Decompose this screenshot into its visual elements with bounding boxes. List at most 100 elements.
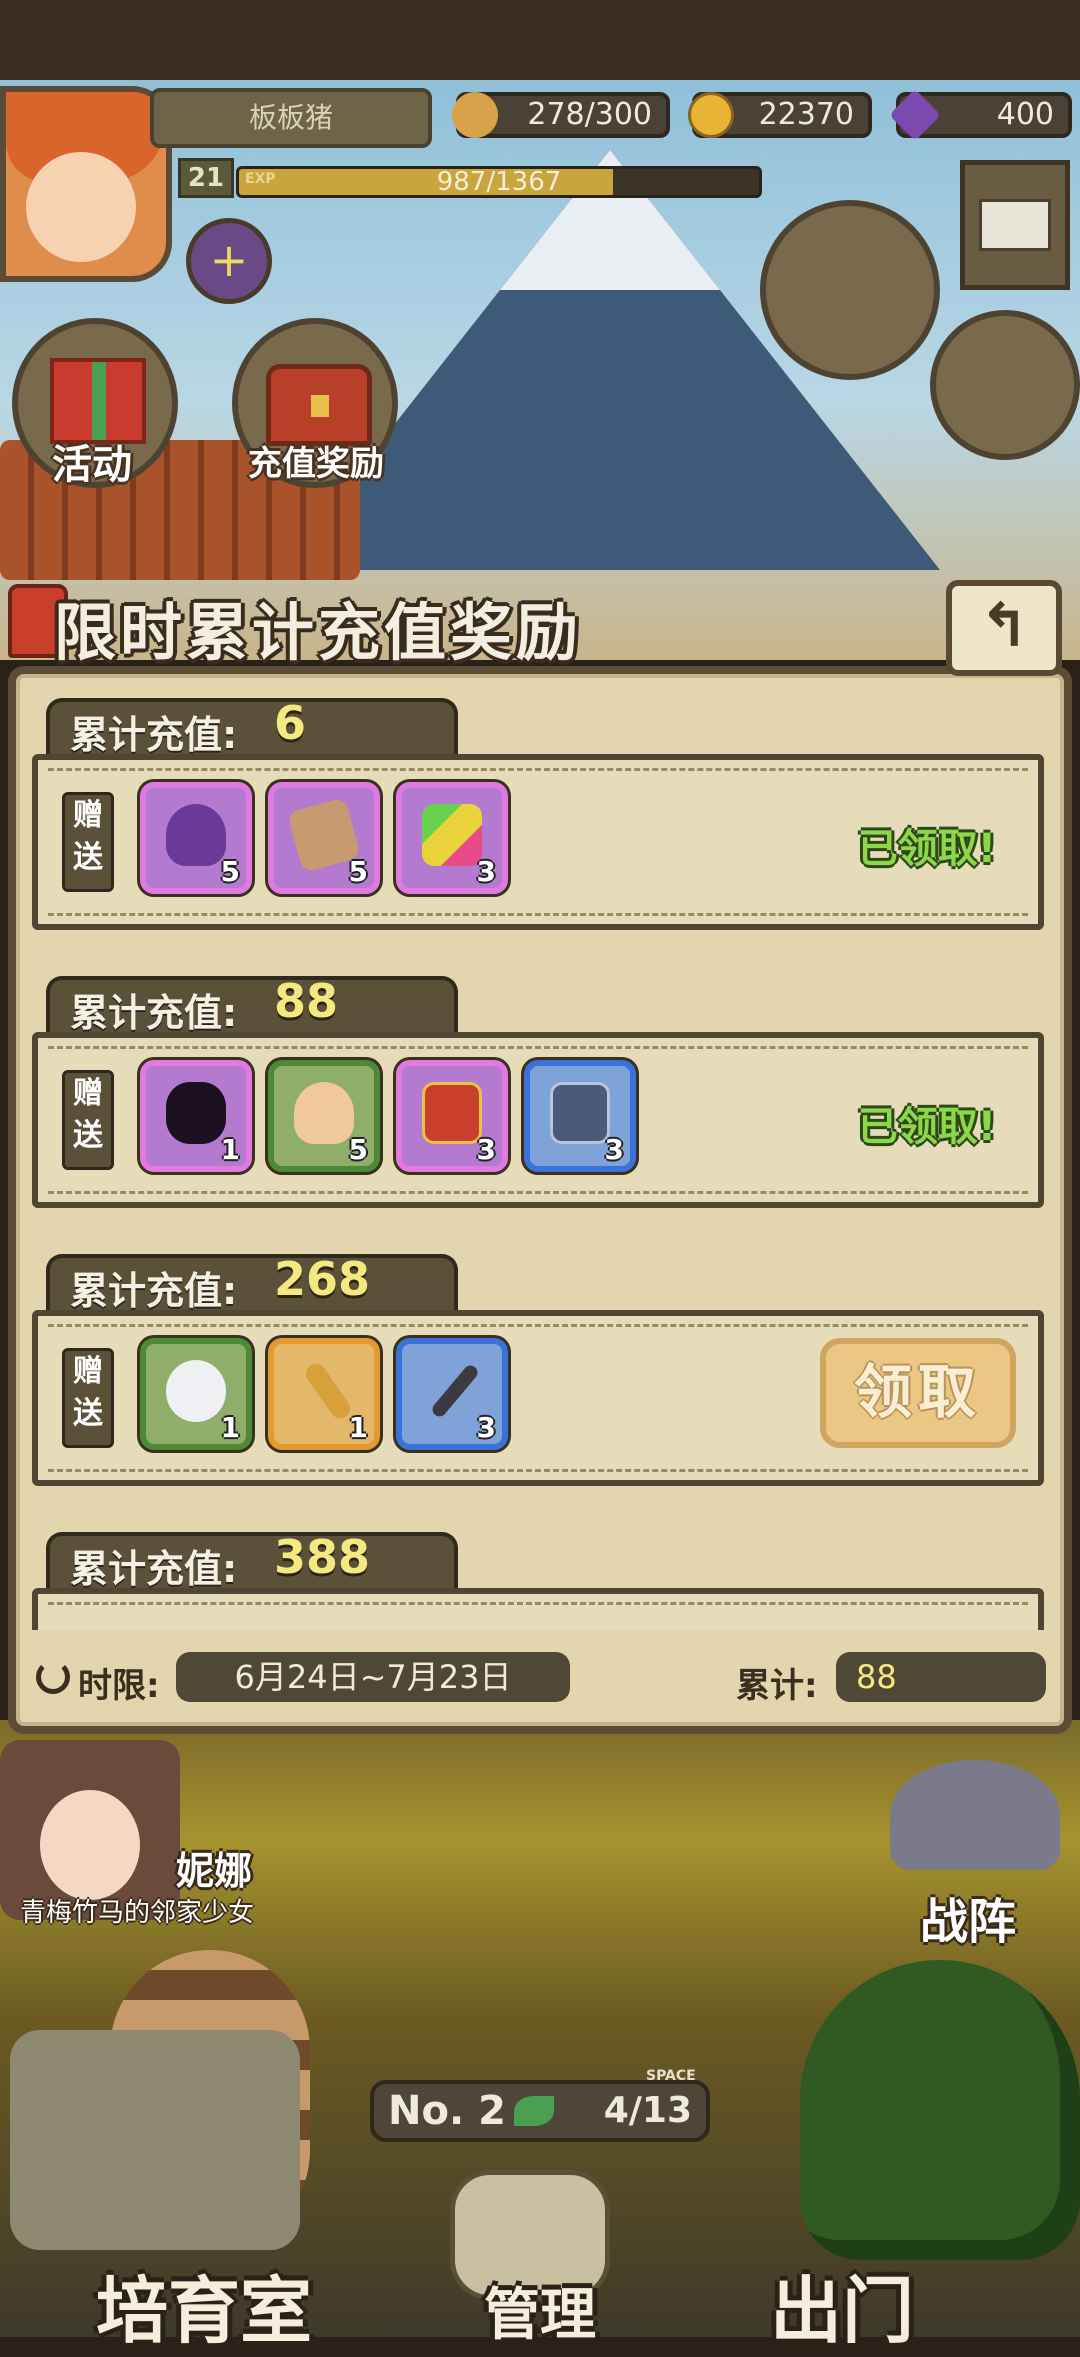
battle-formation-icon[interactable]	[890, 1760, 1060, 1870]
tier-label: 累计充值:	[70, 1269, 238, 1313]
reward-tier: 累计充值: 268 赠送 1 1 3 领取	[32, 1246, 1044, 1502]
item-qty: 3	[604, 1133, 624, 1166]
time-limit-value: 6月24日~7月23日	[176, 1652, 570, 1702]
pickaxe-icon	[429, 1362, 481, 1420]
nursery-nest	[10, 2030, 300, 2250]
gift-tag: 赠送	[62, 792, 114, 892]
floor-number: No. 2	[388, 2088, 506, 2134]
npc-subtitle: 青梅竹马的邻家少女	[20, 1898, 255, 1928]
reward-item[interactable]: 3	[396, 1060, 508, 1172]
battle-formation-label: 战阵	[920, 1894, 1017, 1950]
npc-face	[40, 1790, 140, 1900]
backpack-button[interactable]	[930, 310, 1080, 460]
recharge-reward-label: 充值奖励	[248, 444, 384, 484]
gold-counter: 22370	[688, 92, 872, 138]
tier-amount: 388	[274, 1530, 371, 1584]
tier-amount: 88	[274, 974, 339, 1028]
gift-tag: 赠送	[62, 1070, 114, 1170]
stamina-value: 278/300	[527, 97, 652, 132]
gem-value: 400	[996, 97, 1054, 132]
leaf-icon	[514, 2096, 554, 2126]
blue-chest-icon	[550, 1082, 610, 1144]
manage-button[interactable]: 管理	[484, 2270, 596, 2351]
reward-tier: 累计充值: 388	[32, 1524, 1044, 1630]
reward-item[interactable]: 1	[140, 1060, 252, 1172]
tier-body: 赠送 1 1 3 领取	[32, 1310, 1044, 1486]
gift-tag: 赠送	[62, 1348, 114, 1448]
item-qty: 3	[476, 1411, 496, 1444]
nursery-button[interactable]: 培育室	[96, 2252, 312, 2357]
total-value: 88	[836, 1652, 1046, 1702]
golden-key-icon	[302, 1359, 354, 1423]
reward-tier: 累计充值: 88 赠送 1 5 3 3 已领取!	[32, 968, 1044, 1224]
reward-item[interactable]: 5	[268, 782, 380, 894]
tier-label: 累计充值:	[70, 991, 238, 1035]
claim-button[interactable]: 领取	[820, 1338, 1016, 1448]
buy-gems-plus-icon[interactable]: +	[186, 218, 272, 304]
rainbow-book-icon	[422, 804, 482, 866]
white-egg-icon	[166, 1360, 226, 1422]
gold-coin-icon	[688, 92, 734, 138]
floor-space-bar: No. 2 4/13	[370, 2080, 710, 2142]
item-qty: 5	[348, 855, 368, 888]
activity-label: 活动	[52, 442, 132, 488]
mail-button[interactable]	[960, 160, 1070, 290]
tier-body: 赠送 5 5 3 已领取!	[32, 754, 1044, 930]
treasure-chest-icon	[266, 364, 372, 446]
tree	[800, 1960, 1080, 2260]
mystery-monster-icon	[166, 1082, 226, 1144]
item-qty: 3	[476, 855, 496, 888]
pudding-icon	[294, 1082, 354, 1144]
tier-label: 累计充值:	[70, 1547, 238, 1591]
space-value: 4/13	[603, 2090, 692, 2131]
item-qty: 1	[220, 1133, 240, 1166]
reward-items: 1 5 3 3	[140, 1060, 636, 1172]
item-qty: 1	[348, 1411, 368, 1444]
red-chest-icon	[422, 1082, 482, 1144]
item-qty: 5	[220, 855, 240, 888]
quest-scroll-button[interactable]	[760, 200, 940, 380]
gem-counter: 400	[888, 88, 1072, 142]
reward-item[interactable]: 3	[524, 1060, 636, 1172]
time-limit-label: 时限:	[78, 1666, 160, 1706]
player-name: 板板猪	[150, 88, 432, 148]
reward-item[interactable]: 5	[268, 1060, 380, 1172]
item-qty: 3	[476, 1133, 496, 1166]
reward-item[interactable]: 5	[140, 782, 252, 894]
gold-value: 22370	[758, 97, 854, 132]
exp-bar: EXP 987/1367	[236, 166, 762, 198]
purple-gem-icon	[888, 88, 942, 142]
bread-icon	[452, 92, 498, 138]
refresh-icon	[36, 1660, 70, 1694]
player-level: 21	[178, 158, 234, 198]
claimed-status: 已领取!	[857, 826, 996, 872]
reward-tier-list[interactable]: 累计充值: 6 赠送 5 5 3 已领取! 累计充值: 88 赠送 1 5 3 …	[32, 690, 1044, 1630]
tier-amount: 268	[274, 1252, 371, 1306]
reward-tier: 累计充值: 6 赠送 5 5 3 已领取!	[32, 690, 1044, 946]
tier-amount: 6	[274, 696, 307, 750]
item-qty: 1	[220, 1411, 240, 1444]
panel-title: 限时累计充值奖励	[54, 596, 583, 669]
back-button[interactable]: ↰	[946, 580, 1062, 676]
envelope-icon	[979, 199, 1051, 251]
tier-body: 赠送 1 5 3 3 已领取!	[32, 1032, 1044, 1208]
avatar-face	[26, 152, 136, 262]
claimed-status: 已领取!	[857, 1104, 996, 1150]
player-avatar[interactable]	[0, 86, 172, 282]
reward-item[interactable]: 3	[396, 1338, 508, 1450]
reward-item[interactable]: 1	[268, 1338, 380, 1450]
reward-item[interactable]: 1	[140, 1338, 252, 1450]
panel-footer: 时限: 6月24日~7月23日 累计: 88	[18, 1642, 1062, 1716]
exp-value: 987/1367	[436, 167, 562, 197]
go-out-button[interactable]: 出门	[770, 2252, 914, 2357]
total-label: 累计:	[736, 1666, 818, 1706]
tier-body	[32, 1588, 1044, 1630]
purple-potion-icon	[166, 804, 226, 866]
reward-items: 1 1 3	[140, 1338, 508, 1450]
stamina-counter: 278/300	[452, 92, 670, 138]
reward-items: 5 5 3	[140, 782, 508, 894]
reward-item[interactable]: 3	[396, 782, 508, 894]
item-qty: 5	[348, 1133, 368, 1166]
npc-name: 妮娜	[176, 1849, 253, 1893]
tier-label: 累计充值:	[70, 713, 238, 757]
